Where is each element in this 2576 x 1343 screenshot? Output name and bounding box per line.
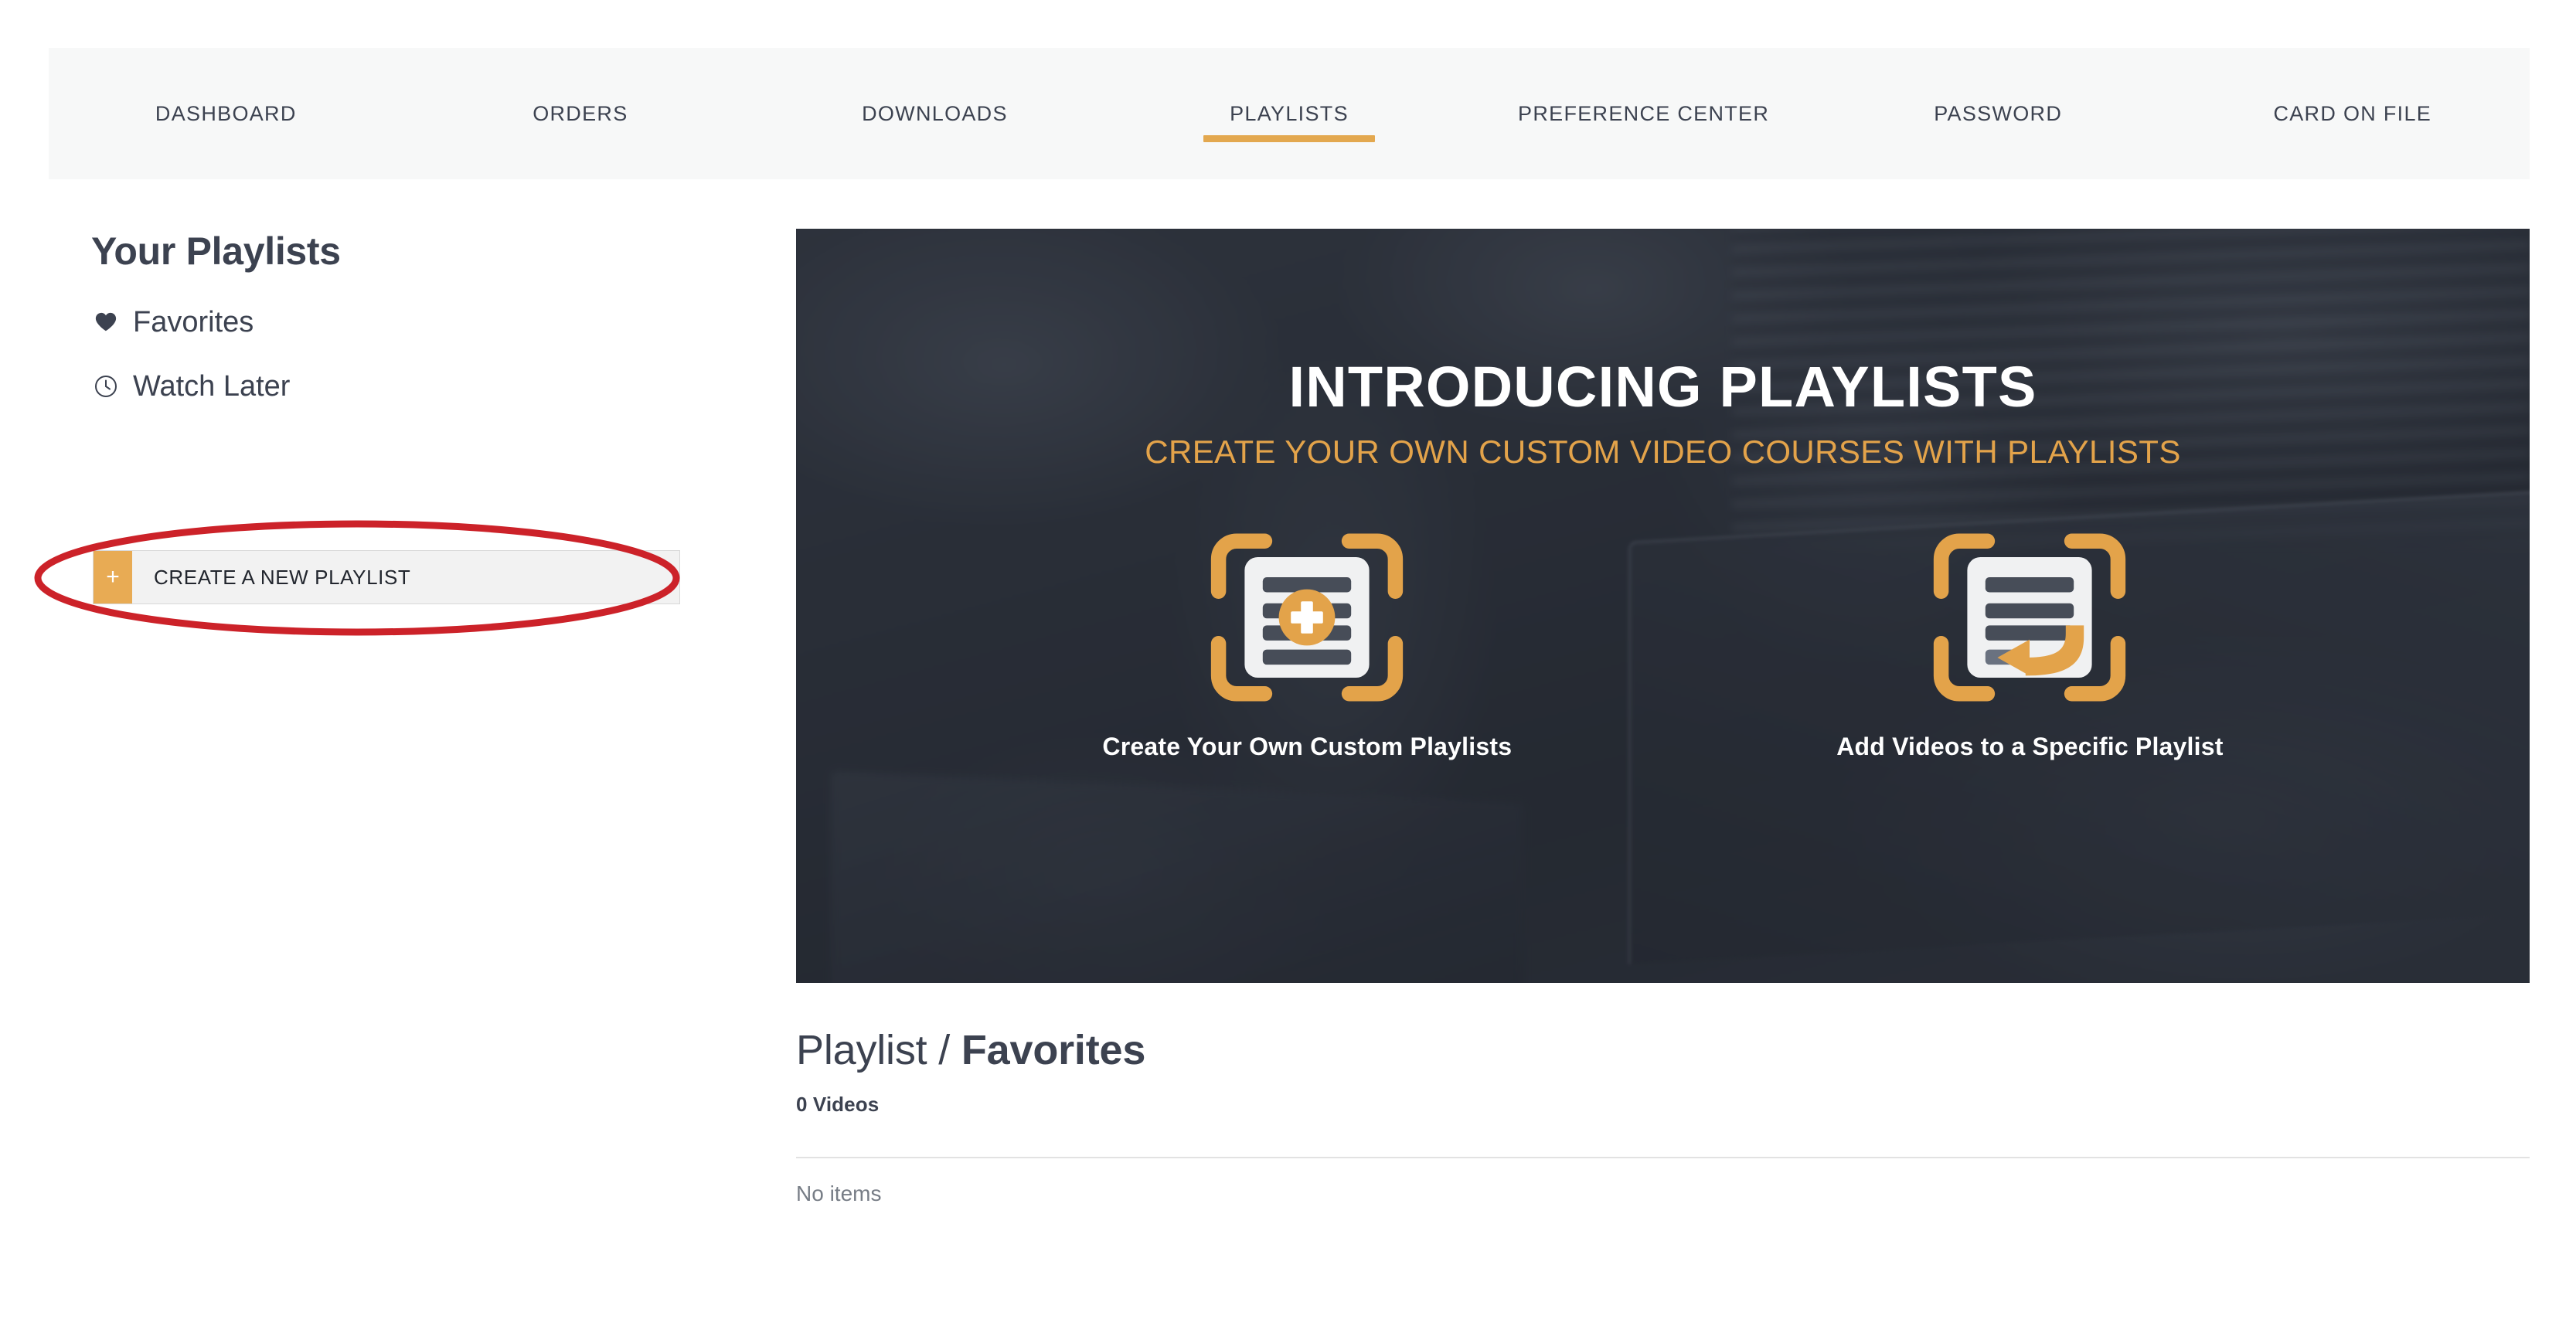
hero-feature-add-videos: Add Videos to a Specific Playlist xyxy=(1836,529,2223,761)
create-playlist-wrapper: + CREATE A NEW PLAYLIST xyxy=(93,550,680,604)
tab-card-on-file[interactable]: CARD ON FILE xyxy=(2175,48,2530,179)
sidebar-item-watch-later-label: Watch Later xyxy=(133,370,291,403)
heart-icon xyxy=(91,308,121,337)
clock-icon xyxy=(91,372,121,401)
hero-feature-create-caption: Create Your Own Custom Playlists xyxy=(1102,733,1513,760)
playlist-detail-heading: Playlist / Favorites xyxy=(796,1028,2530,1073)
sidebar-item-favorites-label: Favorites xyxy=(133,306,254,338)
tab-preference-center[interactable]: PREFERENCE CENTER xyxy=(1466,48,1821,179)
playlist-detail-heading-prefix: Playlist / xyxy=(796,1027,951,1073)
tab-orders[interactable]: ORDERS xyxy=(403,48,758,179)
playlists-sidebar: Your Playlists Favorites Watch Later xyxy=(91,232,702,436)
tab-dashboard[interactable]: DASHBOARD xyxy=(49,48,403,179)
hero-subtitle: CREATE YOUR OWN CUSTOM VIDEO COURSES WIT… xyxy=(1145,434,2181,470)
tab-orders-label: ORDERS xyxy=(533,101,628,125)
hero-content: INTRODUCING PLAYLISTS CREATE YOUR OWN CU… xyxy=(796,229,2530,983)
account-nav: DASHBOARD ORDERS DOWNLOADS PLAYLISTS PRE… xyxy=(49,48,2530,179)
account-playlists-page: DASHBOARD ORDERS DOWNLOADS PLAYLISTS PRE… xyxy=(0,0,2576,1343)
sidebar-title: Your Playlists xyxy=(91,230,341,273)
playlist-detail: Playlist / Favorites 0 Videos No items xyxy=(796,1028,2530,1206)
tab-card-on-file-label: CARD ON FILE xyxy=(2273,101,2432,125)
tab-dashboard-label: DASHBOARD xyxy=(155,101,297,125)
create-a-new-playlist-button[interactable]: + CREATE A NEW PLAYLIST xyxy=(93,550,680,604)
tab-password[interactable]: PASSWORD xyxy=(1821,48,2176,179)
hero-feature-add-videos-caption: Add Videos to a Specific Playlist xyxy=(1836,733,2224,760)
sidebar-item-favorites[interactable]: Favorites xyxy=(91,308,254,337)
tab-password-label: PASSWORD xyxy=(1934,101,2063,125)
tab-playlists-label: PLAYLISTS xyxy=(1230,101,1349,125)
tab-downloads[interactable]: DOWNLOADS xyxy=(757,48,1112,179)
playlist-video-count: 0 Videos xyxy=(796,1093,880,1117)
tab-active-underline xyxy=(1203,135,1376,142)
playlist-detail-heading-name: Favorites xyxy=(961,1027,1146,1073)
plus-icon: + xyxy=(94,551,132,604)
tab-downloads-label: DOWNLOADS xyxy=(862,101,1008,125)
create-a-new-playlist-label: CREATE A NEW PLAYLIST xyxy=(154,565,411,589)
tab-preference-center-label: PREFERENCE CENTER xyxy=(1518,101,1770,125)
playlist-divider xyxy=(796,1157,2530,1159)
playlist-arrow-icon xyxy=(1929,529,2130,706)
playlist-add-icon xyxy=(1206,529,1407,706)
hero-title: INTRODUCING PLAYLISTS xyxy=(1288,355,2037,419)
playlists-hero-banner: INTRODUCING PLAYLISTS CREATE YOUR OWN CU… xyxy=(796,229,2530,983)
hero-feature-list: Create Your Own Custom Playlists Add Vid… xyxy=(796,529,2530,761)
sidebar-item-watch-later[interactable]: Watch Later xyxy=(91,372,290,401)
playlist-empty-message: No items xyxy=(796,1182,882,1206)
tab-playlists[interactable]: PLAYLISTS xyxy=(1112,48,1467,179)
hero-feature-create: Create Your Own Custom Playlists xyxy=(1102,529,1512,761)
